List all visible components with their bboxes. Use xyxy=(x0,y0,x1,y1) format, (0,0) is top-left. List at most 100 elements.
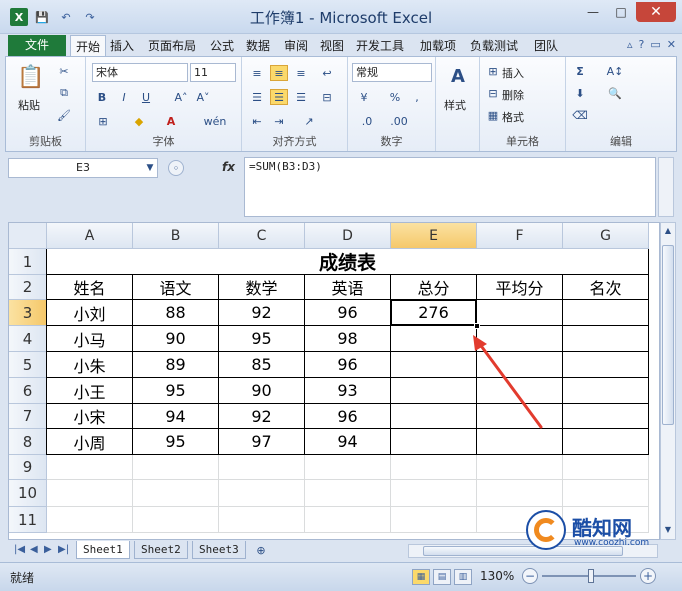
close-workbook-icon[interactable]: ✕ xyxy=(667,38,676,51)
styles-icon[interactable]: A xyxy=(446,63,470,89)
currency-icon[interactable]: ¥ xyxy=(354,89,374,105)
sort-filter-icon[interactable]: A↕ xyxy=(604,63,626,79)
delete-cells-button[interactable]: 删除 xyxy=(502,87,524,103)
name-box-dropdown-icon[interactable]: ▼ xyxy=(144,162,156,174)
orientation-icon[interactable]: ↗ xyxy=(298,113,320,129)
italic-button[interactable]: I xyxy=(116,89,132,105)
align-left-icon[interactable]: ☰ xyxy=(248,89,266,105)
shrink-font-button[interactable]: A˅ xyxy=(194,89,212,105)
align-top-icon[interactable]: ≡ xyxy=(248,65,266,81)
find-select-icon[interactable]: 🔍 xyxy=(604,85,626,101)
ribbon-right-controls: ▵ ? ▭ ✕ xyxy=(627,38,676,51)
close-button[interactable]: ✕ xyxy=(636,2,676,22)
phonetic-icon[interactable]: wén xyxy=(202,113,228,129)
tab-0[interactable]: 开始 xyxy=(70,35,107,57)
delete-cells-icon[interactable]: ⊟ xyxy=(486,85,500,101)
zoom-in-button[interactable]: + xyxy=(640,568,656,584)
font-group: 宋体 11 B I U A˄ A˅ ⊞ ◆ A wén 字体 xyxy=(86,57,242,151)
align-right-icon[interactable]: ☰ xyxy=(292,89,310,105)
tab-6[interactable]: 视图 xyxy=(320,37,344,54)
status-ready: 就绪 xyxy=(10,571,35,585)
tab-file[interactable]: 文件 xyxy=(8,35,66,56)
clipboard-group: 📋 粘贴 ✂ ⧉ 🖌 剪贴板 xyxy=(6,57,86,151)
wrap-text-icon[interactable]: ↩ xyxy=(318,65,336,81)
number-group: 常规 ¥ % , .0 .00 数字 xyxy=(348,57,436,151)
next-sheet-icon[interactable]: ▶ xyxy=(44,544,52,555)
number-format-field[interactable]: 常规 xyxy=(352,63,432,82)
insert-cells-icon[interactable]: ⊞ xyxy=(486,63,500,79)
percent-button[interactable]: % xyxy=(388,89,402,105)
underline-button[interactable]: U xyxy=(138,89,154,105)
paste-icon[interactable]: 📋 xyxy=(16,61,46,93)
borders-icon[interactable]: ⊞ xyxy=(94,113,112,129)
insert-sheet-icon[interactable]: ⊕ xyxy=(252,543,270,557)
vertical-scrollbar[interactable]: ▲ ▼ xyxy=(660,222,676,540)
align-center-icon[interactable]: ☰ xyxy=(270,89,288,105)
worksheet-grid: ABCDEFG 1 2 3 4 5 6 7 8 9 10 11 成绩表 姓名 语文 数学 英语 总分 平均分 名次… xyxy=(8,222,660,540)
page-break-view-icon[interactable]: ▥ xyxy=(454,569,472,585)
prev-sheet-icon[interactable]: ◀ xyxy=(30,544,38,555)
formula-bar-scrollbar[interactable] xyxy=(658,157,674,217)
merge-center-icon[interactable]: ⊟ xyxy=(318,89,336,105)
increase-indent-icon[interactable]: ⇥ xyxy=(270,113,288,129)
increase-decimal-icon[interactable]: .0 xyxy=(356,113,378,129)
autosum-button[interactable]: Σ xyxy=(572,63,588,79)
font-name-field[interactable]: 宋体 xyxy=(92,63,188,82)
alignment-group-label: 对齐方式 xyxy=(272,135,317,148)
editing-group: Σ A↕ ⬇ 🔍 ⌫ 编辑 xyxy=(566,57,676,151)
tab-9[interactable]: 负载测试 xyxy=(470,37,518,54)
tab-3[interactable]: 公式 xyxy=(210,37,234,54)
last-sheet-icon[interactable]: ▶| xyxy=(58,544,69,555)
minimize-button[interactable]: — xyxy=(580,2,606,22)
help-icon[interactable]: ? xyxy=(639,38,645,51)
format-cells-icon[interactable]: ▦ xyxy=(486,107,500,123)
minimize-ribbon-icon[interactable]: ▵ xyxy=(627,38,633,51)
bold-button[interactable]: B xyxy=(94,89,110,105)
fill-color-icon[interactable]: ◆ xyxy=(130,113,148,129)
align-bottom-icon[interactable]: ≡ xyxy=(292,65,310,81)
zoom-level[interactable]: 130% xyxy=(480,569,514,583)
tab-8[interactable]: 加载项 xyxy=(420,37,456,54)
normal-view-icon[interactable]: ▦ xyxy=(412,569,430,585)
formula-bar-toggle-icon[interactable]: ◦ xyxy=(168,160,184,176)
page-layout-view-icon[interactable]: ▤ xyxy=(433,569,451,585)
cut-icon[interactable]: ✂ xyxy=(56,63,72,79)
copy-icon[interactable]: ⧉ xyxy=(56,85,72,101)
vertical-scroll-thumb[interactable] xyxy=(662,245,674,425)
grow-font-button[interactable]: A˄ xyxy=(172,89,190,105)
zoom-out-button[interactable]: − xyxy=(522,568,538,584)
align-middle-icon[interactable]: ≡ xyxy=(270,65,288,81)
clear-icon[interactable]: ⌫ xyxy=(572,107,588,123)
comma-button[interactable]: , xyxy=(410,89,424,105)
name-box[interactable]: E3 xyxy=(8,158,158,178)
tab-10[interactable]: 团队 xyxy=(534,37,558,54)
paste-label[interactable]: 粘贴 xyxy=(18,97,40,113)
title-bar: X 💾 ↶ ↷ 工作簿1 - Microsoft Excel — □ ✕ xyxy=(0,0,682,34)
sheet-tab-sheet3[interactable]: Sheet3 xyxy=(192,541,246,559)
decrease-decimal-icon[interactable]: .00 xyxy=(388,113,410,129)
styles-button[interactable]: 样式 xyxy=(444,97,466,113)
first-sheet-icon[interactable]: |◀ xyxy=(14,544,25,555)
tab-4[interactable]: 数据 xyxy=(246,37,270,54)
tab-1[interactable]: 插入 xyxy=(110,37,134,54)
format-painter-icon[interactable]: 🖌 xyxy=(56,107,72,123)
tab-5[interactable]: 审阅 xyxy=(284,37,308,54)
font-color-icon[interactable]: A xyxy=(162,113,180,129)
decrease-indent-icon[interactable]: ⇤ xyxy=(248,113,266,129)
maximize-button[interactable]: □ xyxy=(608,2,634,22)
font-size-field[interactable]: 11 xyxy=(190,63,236,82)
insert-function-button[interactable]: fx xyxy=(222,160,235,174)
zoom-slider-thumb[interactable] xyxy=(588,569,594,583)
insert-cells-button[interactable]: 插入 xyxy=(502,65,524,81)
fill-icon[interactable]: ⬇ xyxy=(572,85,588,101)
tab-7[interactable]: 开发工具 xyxy=(356,37,404,54)
format-cells-button[interactable]: 格式 xyxy=(502,109,524,125)
sheet-tab-sheet1[interactable]: Sheet1 xyxy=(76,541,130,559)
scroll-up-icon[interactable]: ▲ xyxy=(661,224,675,236)
tab-2[interactable]: 页面布局 xyxy=(148,37,196,54)
scroll-down-icon[interactable]: ▼ xyxy=(661,523,675,535)
formula-input[interactable]: =SUM(B3:D3) xyxy=(244,157,656,217)
font-group-label: 字体 xyxy=(152,135,175,148)
sheet-tab-sheet2[interactable]: Sheet2 xyxy=(134,541,188,559)
restore-icon[interactable]: ▭ xyxy=(650,38,660,51)
